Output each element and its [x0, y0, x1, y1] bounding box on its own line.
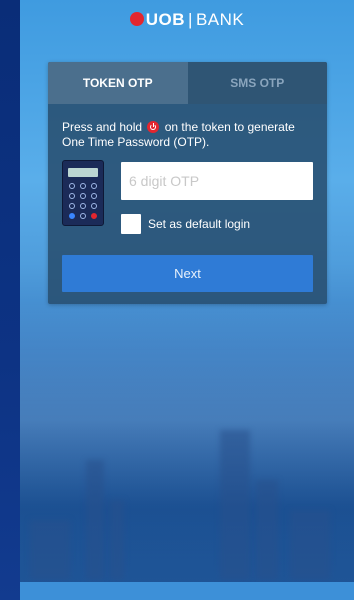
token-device-icon: [62, 160, 104, 226]
tab-token-otp[interactable]: TOKEN OTP: [48, 62, 188, 104]
instructions-text-start: Press and hold: [62, 120, 143, 134]
otp-input[interactable]: [121, 162, 313, 200]
background-strip: [0, 0, 20, 600]
building-4: [256, 480, 278, 580]
building-1: [86, 460, 104, 580]
token-key: [91, 193, 97, 199]
default-login-label: Set as default login: [148, 217, 251, 231]
brand-name: UOB: [145, 10, 186, 29]
next-button[interactable]: Next: [62, 255, 313, 292]
default-login-checkbox[interactable]: [121, 214, 141, 234]
brand-suffix: BANK: [195, 10, 245, 29]
token-key: [69, 183, 75, 189]
token-key: [69, 193, 75, 199]
power-icon: [147, 121, 160, 133]
uob-bank-logo: UOB | BANK: [20, 10, 354, 30]
building-2: [110, 500, 124, 580]
token-key: [80, 193, 86, 199]
uob-logo-icon: [129, 12, 144, 26]
building-3: [220, 430, 250, 580]
bottom-bar: [20, 582, 354, 600]
token-screen: [68, 168, 98, 177]
token-key: [69, 203, 75, 209]
token-key: [69, 213, 75, 219]
token-key: [80, 213, 86, 219]
token-key: [80, 183, 86, 189]
token-power-key: [91, 213, 97, 219]
token-key: [91, 183, 97, 189]
app-screen: UOB | BANK TOKEN OTP SMS OTP Press and hol…: [20, 0, 354, 600]
otp-card: TOKEN OTP SMS OTP Press and hold on the …: [48, 62, 327, 304]
city-background: [20, 300, 354, 600]
otp-tabs: TOKEN OTP SMS OTP: [48, 62, 327, 104]
tab-sms-otp[interactable]: SMS OTP: [187, 62, 327, 104]
building-6: [30, 520, 70, 580]
token-key: [80, 203, 86, 209]
token-key: [91, 203, 97, 209]
logo-separator: |: [188, 10, 193, 29]
otp-instructions: Press and hold on the token to generate …: [62, 120, 317, 150]
building-5: [290, 510, 330, 580]
